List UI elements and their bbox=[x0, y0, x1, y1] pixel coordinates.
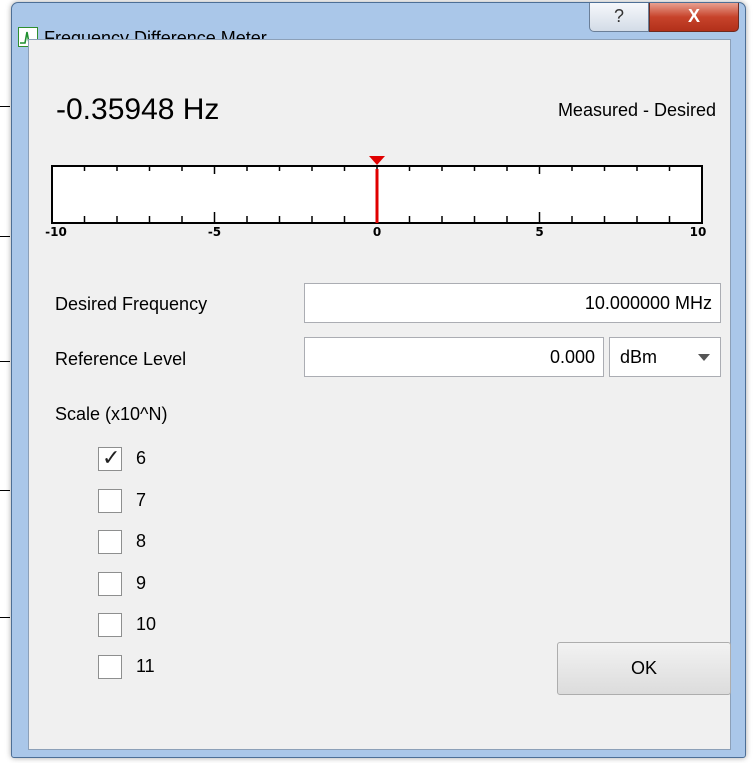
measurement-mode-label: Measured - Desired bbox=[557, 100, 716, 120]
meter-tick-label: -10 bbox=[45, 225, 67, 238]
background-edge-mark bbox=[0, 236, 10, 237]
background-edge-mark bbox=[0, 106, 10, 107]
reference-level-input[interactable]: 0.000 bbox=[304, 337, 604, 377]
desired-frequency-input[interactable]: 10.000000 MHz bbox=[304, 283, 721, 323]
chevron-down-icon bbox=[698, 354, 710, 361]
background-edge-mark bbox=[0, 361, 10, 362]
help-icon: ? bbox=[613, 6, 624, 26]
scale-label: Scale (x10^N) bbox=[55, 404, 168, 424]
dialog-window: Frequency Difference Meter ? X -0.35948 … bbox=[11, 2, 746, 758]
scale-checkbox[interactable] bbox=[98, 571, 122, 596]
background-edge-mark bbox=[0, 490, 10, 491]
scale-option-label: 6 bbox=[136, 448, 147, 468]
close-icon: X bbox=[687, 6, 700, 26]
difference-meter: -10 -5 0 5 10 bbox=[45, 156, 707, 238]
scale-option-label: 7 bbox=[136, 489, 147, 510]
scale-option-label: 8 bbox=[136, 531, 147, 551]
meter-tick-label: -5 bbox=[208, 225, 221, 238]
checkmark-icon: ✓ bbox=[102, 445, 121, 470]
needle-marker bbox=[369, 156, 385, 165]
scale-checkbox[interactable]: ✓ bbox=[98, 445, 122, 471]
desired-frequency-label: Desired Frequency bbox=[55, 294, 208, 314]
scale-option-label: 11 bbox=[136, 655, 155, 676]
reference-level-unit-select[interactable]: dBm bbox=[609, 337, 721, 377]
title-bar[interactable]: Frequency Difference Meter ? X bbox=[12, 3, 745, 48]
frequency-difference-value: -0.35948 Hz bbox=[56, 93, 220, 126]
scale-checkbox[interactable] bbox=[98, 654, 122, 679]
scale-option-label: 10 bbox=[136, 614, 157, 634]
help-button[interactable]: ? bbox=[589, 3, 649, 32]
meter-tick-label: 10 bbox=[690, 225, 707, 238]
meter-tick-label: 0 bbox=[373, 225, 381, 238]
reference-level-label: Reference Level bbox=[55, 349, 187, 369]
scale-checkbox[interactable] bbox=[98, 488, 122, 513]
dialog-client-area: -0.35948 Hz Measured - Desired -10 -5 0 5 10… bbox=[28, 39, 731, 750]
meter-tick-label: 5 bbox=[535, 225, 543, 238]
scale-checkbox[interactable] bbox=[98, 613, 122, 637]
scale-checkbox[interactable] bbox=[98, 530, 122, 554]
background-edge-mark bbox=[0, 617, 10, 618]
scale-option-label: 9 bbox=[136, 572, 147, 593]
ok-button[interactable]: OK bbox=[557, 642, 731, 695]
unit-select-value: dBm bbox=[620, 347, 658, 367]
close-button[interactable]: X bbox=[649, 3, 739, 32]
